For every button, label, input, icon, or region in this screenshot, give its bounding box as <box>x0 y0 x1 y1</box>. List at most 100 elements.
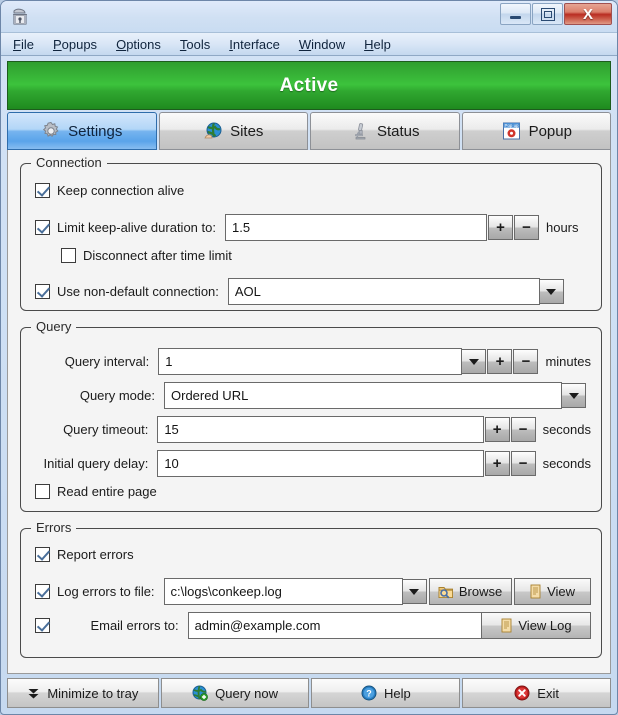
limit-duration-unit: hours <box>545 220 579 235</box>
query-timeout-decrement-button[interactable]: − <box>510 417 536 442</box>
gear-icon <box>41 121 61 141</box>
view-button[interactable]: View <box>513 578 591 605</box>
query-now-button[interactable]: Query now <box>160 678 310 708</box>
email-errors-checkbox[interactable] <box>35 618 50 633</box>
tab-sites[interactable]: Sites <box>158 112 308 150</box>
menu-file[interactable]: File <box>13 37 34 52</box>
limit-duration-label: Limit keep-alive duration to: <box>57 220 216 235</box>
query-now-label: Query now <box>215 685 279 701</box>
globe-hand-icon <box>203 121 223 141</box>
query-timeout-input[interactable]: 15 <box>157 416 484 443</box>
menu-window[interactable]: Window <box>299 37 345 52</box>
scroll-document-icon <box>529 584 542 599</box>
content-area: Active Settings Sites Status Pop up Popu… <box>7 61 611 711</box>
log-errors-label: Log errors to file: <box>57 584 155 599</box>
log-errors-checkbox[interactable] <box>35 584 50 599</box>
limit-duration-input[interactable]: 1.5 <box>224 214 487 241</box>
scroll-document-icon <box>500 618 513 633</box>
chevron-down-icon <box>409 588 420 595</box>
initial-query-delay-decrement-button[interactable]: − <box>510 451 536 476</box>
view-log-button[interactable]: View Log <box>481 612 591 639</box>
svg-text:Pop up: Pop up <box>504 123 518 128</box>
query-timeout-unit: seconds <box>542 422 591 437</box>
read-entire-page-checkbox[interactable] <box>35 484 50 499</box>
query-interval-unit: minutes <box>545 354 591 369</box>
query-interval-input[interactable]: 1 <box>158 348 463 375</box>
minimize-to-tray-button[interactable]: Minimize to tray <box>7 678 159 708</box>
help-button[interactable]: ? Help <box>311 678 461 708</box>
non-default-connection-dropdown-button[interactable] <box>538 279 564 304</box>
maximize-button[interactable] <box>532 3 563 25</box>
query-timeout-value: 15 <box>164 422 179 437</box>
menu-interface[interactable]: Interface <box>229 37 280 52</box>
chevron-down-icon <box>546 288 557 295</box>
non-default-connection-select[interactable]: AOL <box>227 278 540 305</box>
query-mode-select[interactable]: Ordered URL <box>164 382 562 409</box>
query-interval-dropdown-button[interactable] <box>461 349 487 374</box>
folder-search-icon <box>438 585 454 599</box>
query-group: Query Query interval: 1 + − minutes Quer… <box>20 319 602 512</box>
query-interval-decrement-button[interactable]: − <box>513 349 539 374</box>
email-errors-row: Email errors to: admin@example.com View … <box>35 612 591 639</box>
non-default-connection-value: AOL <box>234 284 261 299</box>
tab-status-label: Status <box>376 122 420 140</box>
browse-button[interactable]: Browse <box>428 578 512 605</box>
tab-popup[interactable]: Pop up Popup <box>461 112 611 150</box>
query-timeout-increment-button[interactable]: + <box>484 417 510 442</box>
query-timeout-label: Query timeout: <box>63 422 149 437</box>
initial-query-delay-increment-button[interactable]: + <box>484 451 510 476</box>
query-interval-label: Query interval: <box>64 354 150 369</box>
settings-panel: Connection Keep connection alive Limit k… <box>7 150 611 674</box>
title-bar: X <box>1 1 617 32</box>
keep-alive-label: Keep connection alive <box>57 183 185 198</box>
tab-status[interactable]: Status <box>310 112 460 150</box>
report-errors-checkbox[interactable] <box>35 547 50 562</box>
menu-popups[interactable]: Popups <box>53 37 97 52</box>
query-interval-row: Query interval: 1 + − minutes <box>35 348 591 375</box>
report-errors-row: Report errors <box>35 547 134 562</box>
non-default-connection-row: Use non-default connection: AOL <box>35 278 591 305</box>
keep-alive-checkbox[interactable] <box>35 183 50 198</box>
keep-alive-row: Keep connection alive <box>35 183 184 198</box>
disconnect-checkbox[interactable] <box>61 248 76 263</box>
tab-sites-label: Sites <box>230 122 264 140</box>
limit-duration-checkbox[interactable] <box>35 220 50 235</box>
menu-tools[interactable]: Tools <box>180 37 210 52</box>
query-mode-row: Query mode: Ordered URL <box>35 382 591 409</box>
disconnect-row: Disconnect after time limit <box>61 248 232 263</box>
query-mode-dropdown-button[interactable] <box>561 383 586 408</box>
connection-group-title: Connection <box>31 155 107 170</box>
email-errors-input[interactable]: admin@example.com <box>187 612 482 639</box>
help-circle-icon: ? <box>361 685 377 701</box>
non-default-connection-checkbox[interactable] <box>35 284 50 299</box>
menu-options[interactable]: Options <box>116 37 161 52</box>
menu-help[interactable]: Help <box>364 37 391 52</box>
limit-duration-increment-button[interactable]: + <box>487 215 513 240</box>
chevron-down-icon <box>468 358 479 365</box>
email-errors-value: admin@example.com <box>194 618 321 633</box>
tab-settings[interactable]: Settings <box>7 112 157 150</box>
log-errors-value: c:\logs\conkeep.log <box>170 584 282 599</box>
popup-window-icon: Pop up <box>501 121 522 141</box>
window-controls: X <box>500 3 612 25</box>
close-icon: X <box>582 5 593 23</box>
connection-group: Connection Keep connection alive Limit k… <box>20 155 602 311</box>
limit-duration-decrement-button[interactable]: − <box>513 215 539 240</box>
view-button-label: View <box>547 584 576 599</box>
tab-bar: Settings Sites Status Pop up Popup <box>7 112 611 150</box>
initial-query-delay-value: 10 <box>164 456 179 471</box>
log-errors-dropdown-button[interactable] <box>401 579 427 604</box>
close-button[interactable]: X <box>564 3 612 25</box>
exit-button[interactable]: Exit <box>462 678 611 708</box>
initial-query-delay-row: Initial query delay: 10 + − seconds <box>35 450 591 477</box>
log-errors-input[interactable]: c:\logs\conkeep.log <box>163 578 403 605</box>
query-interval-increment-button[interactable]: + <box>487 349 513 374</box>
initial-query-delay-input[interactable]: 10 <box>157 450 484 477</box>
menu-bar: File Popups Options Tools Interface Wind… <box>1 32 617 56</box>
minimize-button[interactable] <box>500 3 531 25</box>
query-mode-label: Query mode: <box>79 388 155 403</box>
limit-duration-row: Limit keep-alive duration to: 1.5 + − ho… <box>35 214 591 241</box>
query-mode-value: Ordered URL <box>171 388 249 403</box>
minimize-to-tray-label: Minimize to tray <box>47 685 139 701</box>
chevron-down-icon <box>568 392 579 399</box>
